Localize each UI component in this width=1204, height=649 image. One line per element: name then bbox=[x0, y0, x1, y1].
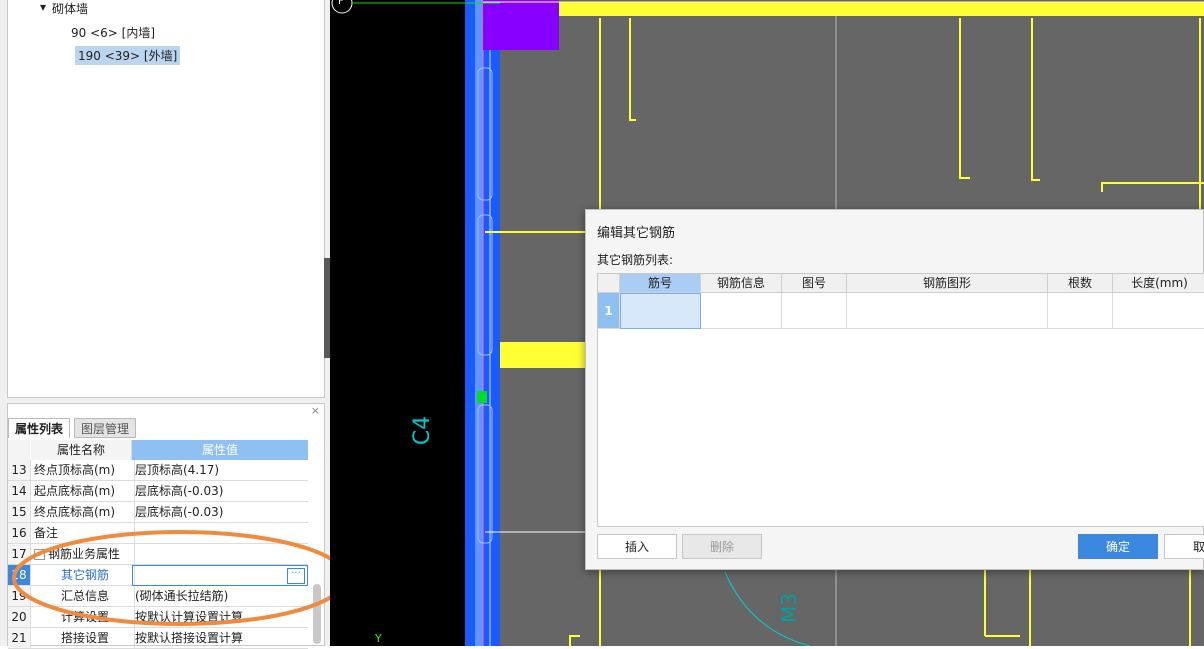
ok-button[interactable]: 确定 bbox=[1078, 534, 1158, 559]
column-header-rebar-info[interactable]: 钢筋信息 bbox=[701, 274, 782, 293]
column-header-figure-number[interactable]: 图号 bbox=[782, 274, 847, 293]
dialog-subtitle: 其它钢筋列表: bbox=[597, 253, 674, 267]
column-header-rebar-shape[interactable]: 钢筋图形 bbox=[847, 274, 1048, 293]
rebar-table: 筋号 钢筋信息 图号 钢筋图形 根数 长度(mm) 1 bbox=[597, 273, 1204, 527]
cell-rebar-info[interactable] bbox=[701, 293, 782, 329]
property-value[interactable]: 层顶标高(4.17) bbox=[132, 460, 311, 480]
dialog-title: 编辑其它钢筋 bbox=[597, 226, 676, 241]
cell-count[interactable] bbox=[1048, 293, 1113, 329]
cell-figure-number[interactable] bbox=[782, 293, 847, 329]
tree-item-inner-wall[interactable]: 90 <6> [内墙] bbox=[71, 24, 155, 41]
header-corner bbox=[8, 440, 30, 460]
header-property-value: 属性值 bbox=[132, 440, 308, 460]
header-property-name: 属性名称 bbox=[31, 440, 132, 460]
tree-expand-icon[interactable]: ▾ bbox=[40, 0, 46, 14]
column-header-bar-number[interactable]: 筋号 bbox=[620, 274, 701, 293]
property-grid-header: 属性名称 属性值 bbox=[8, 440, 308, 460]
tab-property-list[interactable]: 属性列表 bbox=[8, 418, 71, 438]
property-name: 起点底标高(m) bbox=[31, 481, 135, 501]
property-value[interactable]: 层底标高(-0.03) bbox=[132, 502, 311, 522]
row-number[interactable]: 1 bbox=[598, 293, 620, 329]
property-value[interactable]: 层底标高(-0.03) bbox=[132, 481, 311, 501]
cell-rebar-shape[interactable] bbox=[847, 293, 1048, 329]
tree-group-masonry-wall[interactable]: 砌体墙 bbox=[52, 0, 88, 17]
row-number: 15 bbox=[8, 502, 31, 522]
row-number: 13 bbox=[8, 460, 31, 480]
cell-length[interactable] bbox=[1113, 293, 1204, 329]
close-icon[interactable]: × bbox=[311, 404, 320, 417]
axis-marker-f: F bbox=[338, 0, 344, 7]
insert-button[interactable]: 插入 bbox=[597, 534, 677, 559]
delete-button[interactable]: 删除 bbox=[682, 534, 762, 559]
label-m3: M3 bbox=[776, 593, 801, 623]
table-row[interactable]: 14 起点底标高(m) 层底标高(-0.03) bbox=[8, 481, 308, 502]
column-header-length[interactable]: 长度(mm) bbox=[1113, 274, 1204, 293]
table-row[interactable]: 13 终点顶标高(m) 层顶标高(4.17) bbox=[8, 460, 308, 481]
cell-bar-number[interactable] bbox=[620, 293, 701, 329]
table-corner bbox=[598, 274, 620, 293]
axis-label-y: Y bbox=[375, 632, 382, 645]
annotation-ellipse bbox=[12, 530, 348, 626]
cancel-button[interactable]: 取 bbox=[1164, 534, 1204, 559]
tab-layer-management[interactable]: 图层管理 bbox=[74, 418, 137, 438]
edit-other-rebar-dialog: 编辑其它钢筋 其它钢筋列表: 筋号 钢筋信息 图号 钢筋图形 根数 长度(mm)… bbox=[585, 209, 1204, 570]
row-number: 14 bbox=[8, 481, 31, 501]
left-panel: ▾ 砌体墙 90 <6> [内墙] 190 <39> [外墙] × 属性列表 图… bbox=[0, 0, 348, 649]
label-c4: C4 bbox=[410, 415, 436, 446]
property-name: 终点顶标高(m) bbox=[31, 460, 135, 480]
property-name: 终点底标高(m) bbox=[31, 502, 135, 522]
column-header-count[interactable]: 根数 bbox=[1048, 274, 1113, 293]
tree-item-outer-wall[interactable]: 190 <39> [外墙] bbox=[75, 46, 181, 65]
component-tree: ▾ 砌体墙 90 <6> [内墙] 190 <39> [外墙] bbox=[7, 0, 325, 398]
